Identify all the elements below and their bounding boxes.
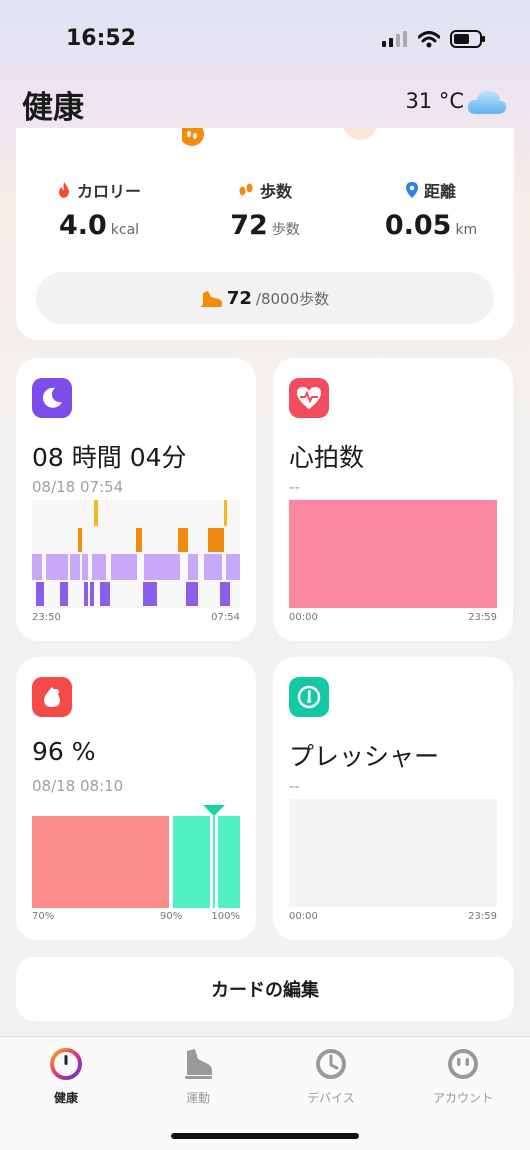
footprints-badge-icon [182,128,377,146]
sleep-date: 08/18 07:54 [32,478,124,496]
tab-device-label: デバイス [307,1091,355,1105]
stress-end-time: 23:59 [468,911,497,922]
header: 健康 31 °C [0,80,530,132]
drop-icon [32,677,72,717]
face-icon [446,1047,480,1081]
tab-health[interactable]: 健康 [0,1047,132,1106]
signal-icon [382,31,407,47]
heart-rate-end-time: 23:59 [468,612,497,623]
sleep-card[interactable]: 08 時間 04分 08/18 07:54 23:50 07:54 [16,358,256,641]
spo2-card[interactable]: 96 % 08/18 08:10 70% 90% 100% [16,657,256,940]
calories-value: 4.0 [58,210,107,241]
tab-exercise-label: 運動 [185,1091,210,1105]
distance-label: 距離 [423,182,456,201]
tab-account-label: アカウント [432,1091,493,1105]
stress-start-time: 00:00 [289,911,318,922]
sleep-end-time: 07:54 [211,612,240,623]
wifi-icon [418,30,440,47]
spo2-scale-high: 100% [211,911,240,922]
heart-rate-value: -- [289,478,300,496]
steps-value: 72 [230,210,268,241]
distance-stat: 距離 0.05 km [348,178,514,241]
spo2-chart [32,805,240,908]
sleep-start-time: 23:50 [32,612,61,623]
steps-label: 歩数 [259,182,292,201]
cloud-icon [467,90,507,114]
status-time: 16:52 [66,26,137,51]
activity-summary-card[interactable]: カロリー 4.0 kcal 歩数 72 歩数 距離 0.05 km 72 /80… [16,128,514,340]
sleep-duration: 08 時間 04分 [32,443,187,472]
battery-icon [450,30,485,48]
steps-progress-goal: /8000歩数 [255,289,330,308]
tab-health-label: 健康 [53,1091,78,1105]
heart-rate-chart [289,500,497,608]
steps-progress-count: 72 [226,287,252,309]
stress-chart [289,799,497,907]
spo2-value: 96 % [32,737,96,766]
running-shoe-icon [200,291,222,307]
stress-value: -- [289,777,300,795]
spo2-scale-low: 70% [32,911,55,922]
home-indicator[interactable] [171,1133,359,1139]
heart-rate-title: 心拍数 [289,443,365,472]
status-bar: 16:52 [0,0,530,80]
heart-rate-card[interactable]: 心拍数 -- 00:00 23:59 [273,358,513,641]
sleep-chart [32,500,240,608]
heart-rate-start-time: 00:00 [289,612,318,623]
page-title: 健康 [22,90,84,126]
flame-icon [58,182,69,198]
calories-unit: kcal [110,222,140,238]
tab-exercise[interactable]: 運動 [132,1047,264,1106]
gauge-icon [289,677,329,717]
weather-temperature: 31 °C [405,89,464,113]
calories-stat: カロリー 4.0 kcal [16,178,182,241]
stress-card[interactable]: プレッシャー -- 00:00 23:59 [273,657,513,940]
spo2-scale-mid: 90% [160,911,183,922]
location-pin-icon [405,182,418,198]
watch-icon [314,1047,348,1081]
distance-unit: km [455,222,478,238]
heart-pulse-icon [289,378,329,418]
distance-value: 0.05 [384,210,452,241]
calories-label: カロリー [76,182,141,201]
steps-progress-pill[interactable]: 72 /8000歩数 [36,272,494,324]
status-icons [382,30,486,48]
steps-stat: 歩数 72 歩数 [182,178,348,241]
weather-widget[interactable]: 31 °C [405,86,508,116]
tab-device[interactable]: デバイス [265,1047,397,1106]
health-ring-icon [49,1047,83,1081]
stress-title: プレッシャー [289,742,440,771]
shoe-icon [181,1047,215,1081]
spo2-date: 08/18 08:10 [32,777,124,795]
steps-unit: 歩数 [271,222,300,238]
footprints-icon [239,183,253,196]
tab-account[interactable]: アカウント [397,1047,529,1106]
edit-cards-button[interactable]: カードの編集 [16,957,514,1021]
moon-icon [32,378,72,418]
